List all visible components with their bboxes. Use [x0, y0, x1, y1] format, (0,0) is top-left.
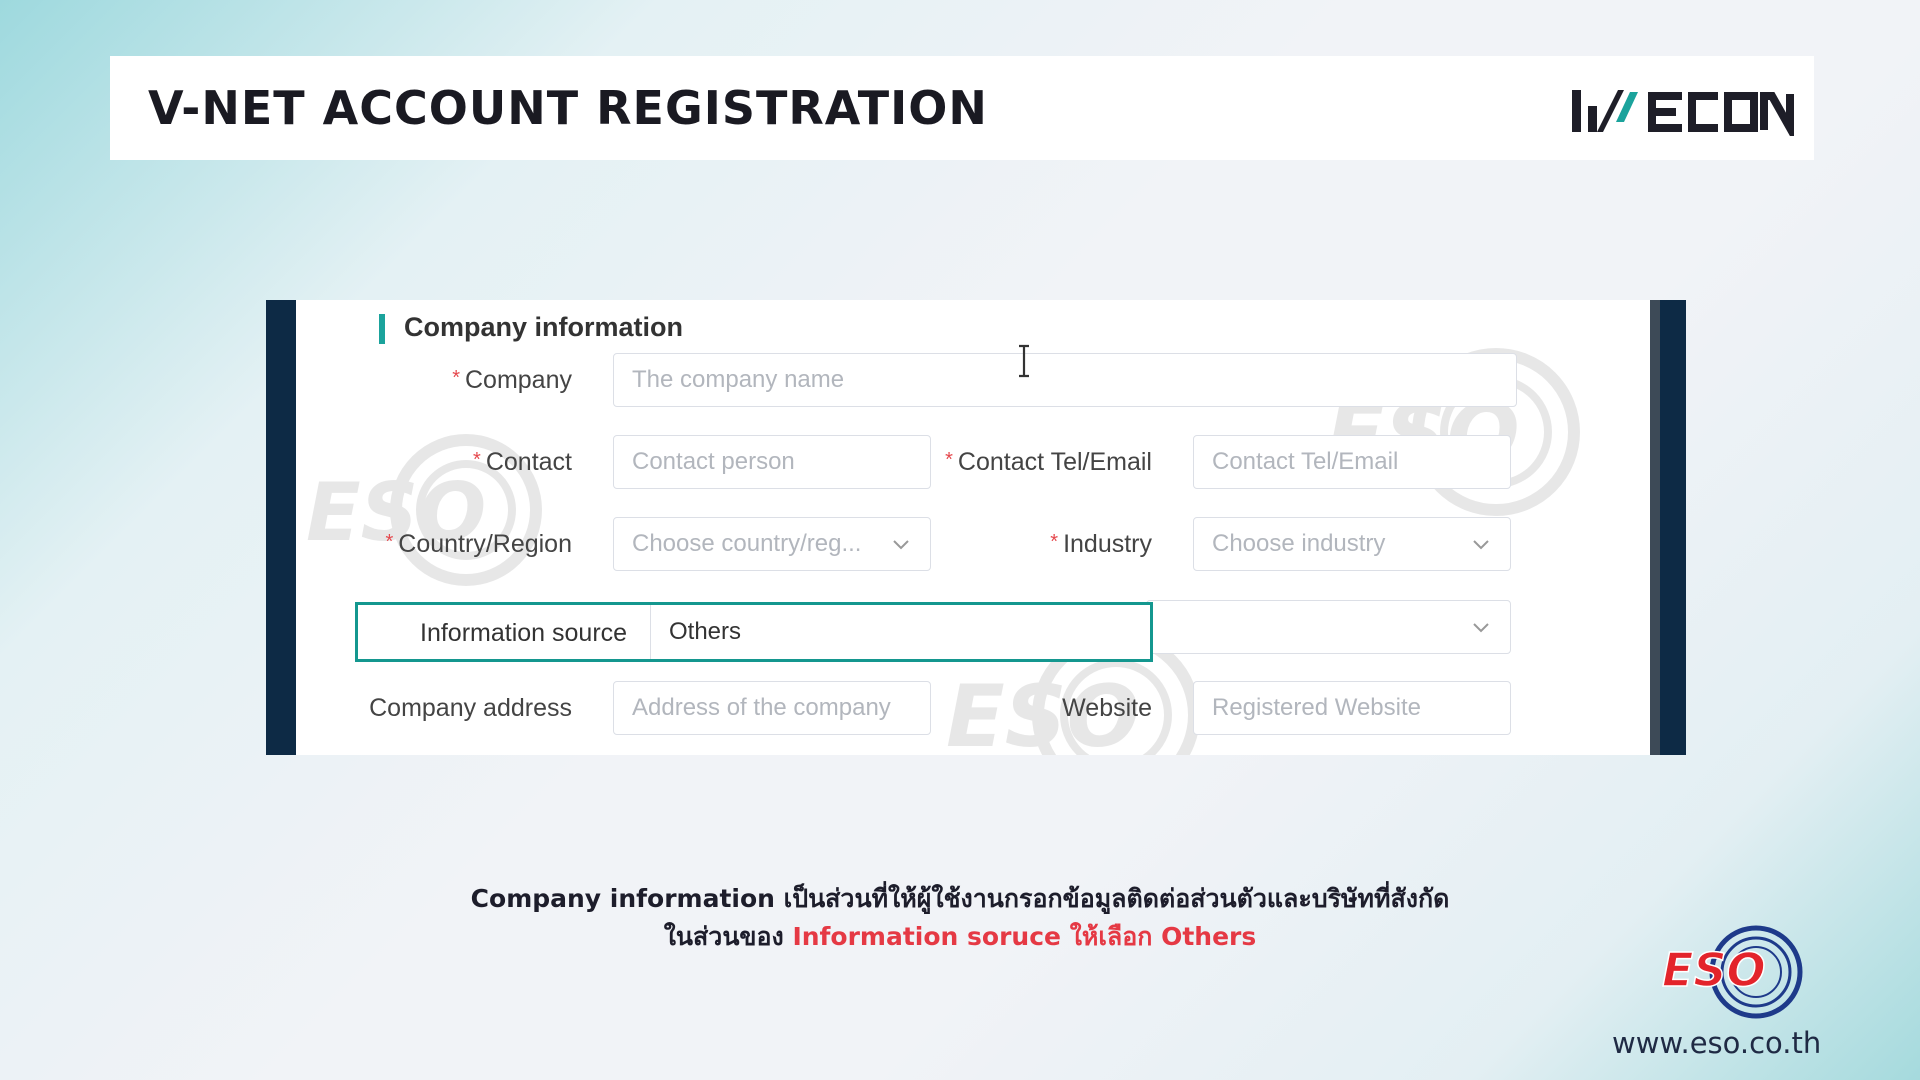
frame-left-edge [266, 300, 296, 755]
frame-right-edge [1660, 300, 1686, 755]
contact-tel-email-label: * Contact Tel/Email [945, 448, 1152, 476]
caption-highlight: Information soruce ให้เลือก Others [792, 922, 1257, 951]
website-input[interactable]: Registered Website [1193, 681, 1511, 735]
caption: Company information เป็นส่วนที่ให้ผู้ใช้… [0, 880, 1920, 956]
chevron-down-icon [1473, 623, 1489, 633]
website-label: Website [1062, 694, 1152, 722]
required-star: * [1050, 531, 1059, 553]
required-star: * [945, 449, 953, 471]
page-title: V-NET ACCOUNT REGISTRATION [148, 81, 988, 135]
chevron-down-icon [893, 540, 909, 550]
required-star: * [385, 531, 394, 553]
caption-line-1: Company information เป็นส่วนที่ให้ผู้ใช้… [470, 884, 1450, 913]
section-accent-bar [379, 314, 385, 344]
contact-tel-email-input[interactable]: Contact Tel/Email [1193, 435, 1511, 489]
section-title: Company information [404, 312, 684, 342]
information-source-highlight: Information source Others [355, 602, 1153, 662]
industry-select[interactable]: Choose industry [1193, 517, 1511, 571]
contact-label: * Contact [473, 448, 572, 476]
required-star: * [473, 449, 481, 471]
company-label: * Company [452, 366, 572, 394]
caption-line-2: ในส่วนของ Information soruce ให้เลือก Ot… [663, 922, 1257, 951]
information-source-select[interactable]: Others [650, 605, 1150, 659]
eso-website-url[interactable]: www.eso.co.th [1612, 1026, 1821, 1060]
industry-label: * Industry [1050, 530, 1152, 558]
company-address-label: Company address [369, 694, 572, 722]
country-region-label: * Country/Region [385, 530, 572, 558]
form-screenshot: ESO ESO ESO Company information *Company… [266, 300, 1686, 755]
chevron-down-icon [1473, 540, 1489, 550]
country-region-select[interactable]: Choose country/reg... [613, 517, 931, 571]
wecon-logo [1572, 90, 1794, 136]
company-address-input[interactable]: Address of the company [613, 681, 931, 735]
text-cursor-icon [1019, 344, 1029, 378]
header-bar: V-NET ACCOUNT REGISTRATION [110, 56, 1814, 160]
form-panel: ESO ESO ESO Company information *Company… [296, 300, 1650, 755]
information-source-select-tail[interactable] [1146, 600, 1511, 654]
information-source-label: Information source [420, 619, 628, 647]
eso-logo: ESO [1661, 925, 1803, 1019]
required-star: * [452, 367, 460, 389]
svg-text:ESO: ESO [1662, 943, 1766, 997]
contact-input[interactable]: Contact person [613, 435, 931, 489]
company-input[interactable]: The company name [613, 353, 1517, 407]
frame-right-inner-edge [1650, 300, 1660, 755]
